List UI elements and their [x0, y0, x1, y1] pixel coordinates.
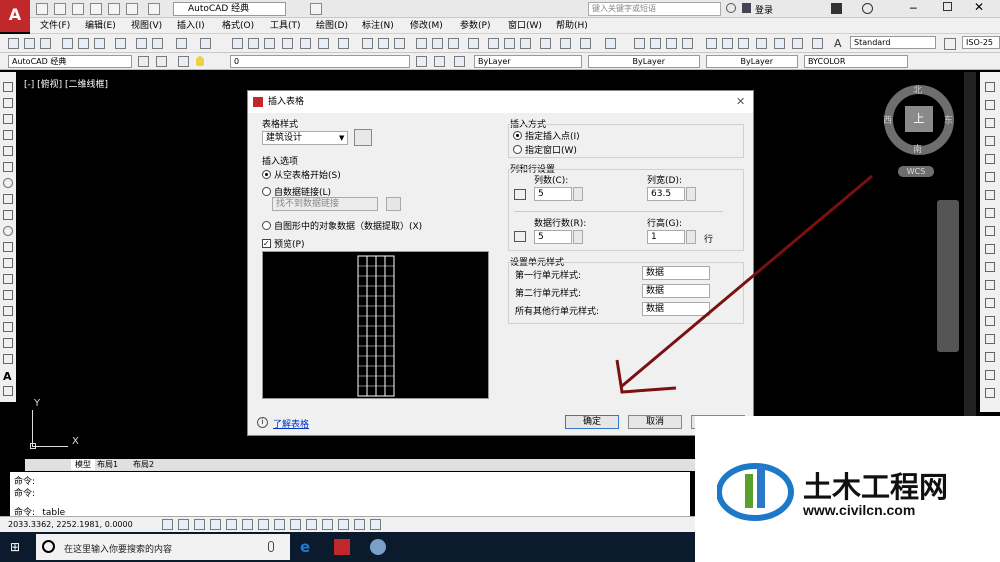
lineweight-icon[interactable] — [322, 519, 333, 530]
osnap-icon[interactable] — [242, 519, 253, 530]
coordinates-display[interactable]: 2033.3362, 2252.1981, 0.0000 — [8, 520, 133, 529]
command-window[interactable]: 命令: 命令: 命令: _table — [10, 472, 690, 518]
windows-start-icon[interactable]: ⊞ — [10, 540, 24, 554]
watermark-url: www.civilcn.com — [803, 502, 916, 518]
paint-taskbar-icon[interactable] — [370, 539, 386, 555]
edge-icon[interactable]: e — [300, 539, 316, 555]
selection-cycling-icon[interactable] — [370, 519, 381, 530]
quick-properties-icon[interactable] — [354, 519, 365, 530]
ortho-icon[interactable] — [210, 519, 221, 530]
tab-layout2[interactable]: 布局2 — [133, 459, 154, 470]
command-history-line: 命令: — [14, 489, 36, 499]
infer-constraints-icon[interactable] — [162, 519, 173, 530]
layout-tabs: 模型 布局1 布局2 — [25, 459, 695, 471]
3d-osnap-icon[interactable] — [258, 519, 269, 530]
transparency-icon[interactable] — [338, 519, 349, 530]
autocad-taskbar-icon[interactable] — [334, 539, 350, 555]
dyn-icon[interactable] — [306, 519, 317, 530]
status-bar: 2033.3362, 2252.1981, 0.0000 — [0, 516, 695, 532]
ucs-icon[interactable] — [290, 519, 301, 530]
otrack-icon[interactable] — [274, 519, 285, 530]
civilcn-logo-icon — [717, 463, 794, 521]
microphone-icon[interactable] — [268, 541, 274, 552]
watermark-name: 土木工程网 — [803, 470, 949, 504]
cortana-icon — [42, 540, 55, 553]
polar-icon[interactable] — [226, 519, 237, 530]
snap-icon[interactable] — [178, 519, 189, 530]
watermark-overlay: 土木工程网 www.civilcn.com — [695, 416, 1000, 562]
tab-layout1[interactable]: 布局1 — [97, 459, 118, 470]
taskbar-search-text: 在这里输入你要搜索的内容 — [64, 545, 173, 555]
windows-taskbar: ⊞ 在这里输入你要搜索的内容 e — [0, 532, 695, 562]
tab-model[interactable]: 模型 — [71, 459, 95, 470]
taskbar-search-box[interactable]: 在这里输入你要搜索的内容 — [36, 534, 290, 560]
grid-icon[interactable] — [194, 519, 205, 530]
